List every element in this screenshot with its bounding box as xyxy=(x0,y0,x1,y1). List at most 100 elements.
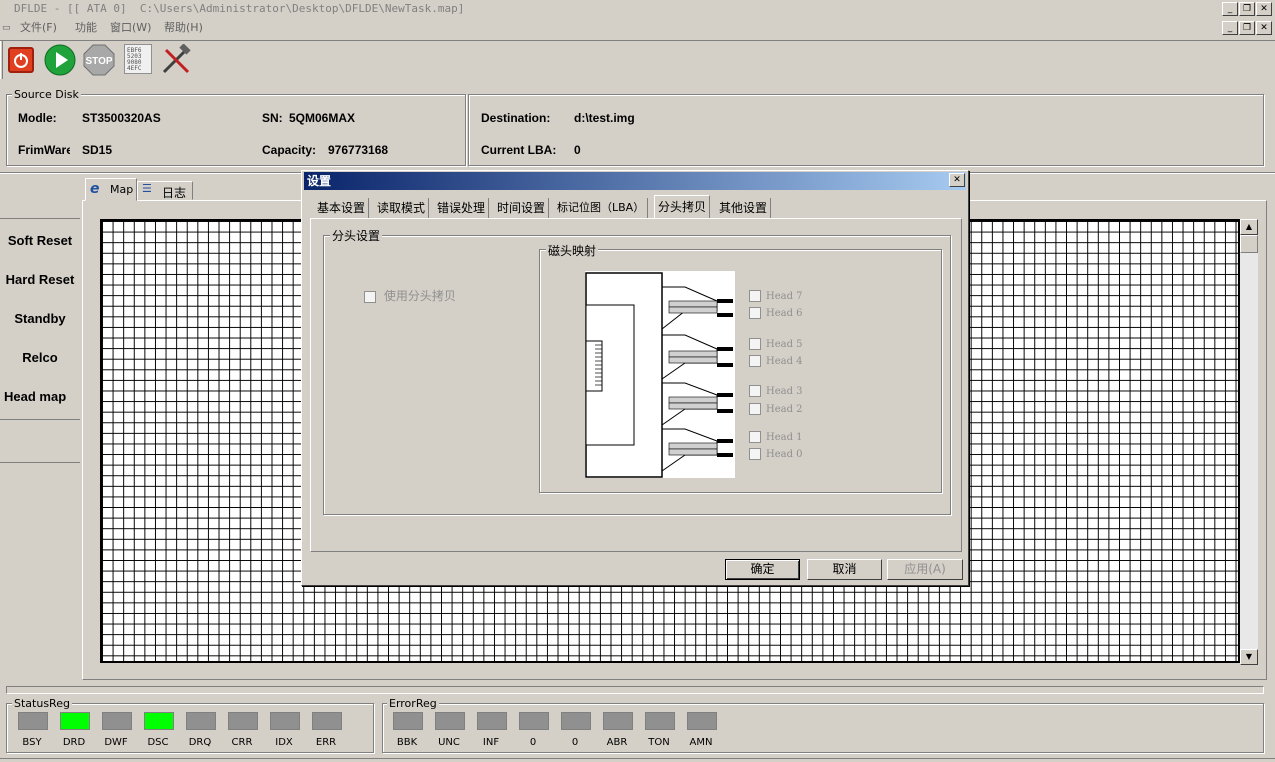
mdi-close-button[interactable]: ✕ xyxy=(1256,21,1272,35)
menu-help[interactable]: 帮助(H) xyxy=(164,18,203,38)
system-menu-icon[interactable]: ▭ xyxy=(2,18,11,38)
led-indicator xyxy=(393,712,423,730)
firmware-label: FrimWare xyxy=(18,143,70,157)
restore-button[interactable]: ❐ xyxy=(1239,2,1255,16)
scroll-up-icon[interactable]: ▲ xyxy=(1240,219,1258,235)
checkbox-box xyxy=(749,355,761,367)
checkbox-box xyxy=(749,385,761,397)
led-label: BSY xyxy=(22,737,42,748)
head-checkbox[interactable]: Head 5 xyxy=(749,338,803,350)
tab-basic-settings[interactable]: 基本设置 xyxy=(314,198,370,218)
head-checkbox[interactable]: Head 4 xyxy=(749,355,803,367)
mdi-minimize-button[interactable]: _ xyxy=(1222,21,1238,35)
tab-map-label: Map xyxy=(110,183,134,196)
checkbox-box xyxy=(749,307,761,319)
relco-button[interactable]: Relco xyxy=(0,339,80,377)
menu-function[interactable]: 功能 xyxy=(75,18,97,38)
map-icon: e xyxy=(90,181,100,197)
tab-split-copy[interactable]: 分头拷贝 xyxy=(654,195,711,219)
checkbox-box xyxy=(749,448,761,460)
led-label: ABR xyxy=(606,737,628,748)
tab-error-handling[interactable]: 错误处理 xyxy=(434,198,490,218)
head-label: Head 4 xyxy=(766,355,803,367)
scroll-down-icon[interactable]: ▼ xyxy=(1240,649,1258,665)
tab-log[interactable]: ☰ 日志 xyxy=(137,181,193,200)
led-indicator xyxy=(102,712,132,730)
error-reg-label: ErrorReg xyxy=(387,697,439,710)
head-label: Head 0 xyxy=(766,448,803,460)
menu-file[interactable]: 文件(F) xyxy=(20,18,57,38)
head-map-button[interactable]: Head map xyxy=(0,378,80,416)
close-button[interactable]: ✕ xyxy=(1256,2,1272,16)
led-indicator xyxy=(60,712,90,730)
head-checkbox[interactable]: Head 2 xyxy=(749,403,803,415)
use-split-copy-label: 使用分头拷贝 xyxy=(383,289,456,303)
model-value: ST3500320AS xyxy=(82,111,161,125)
led-label: IDX xyxy=(275,737,293,748)
dialog-close-button[interactable]: ✕ xyxy=(949,173,965,187)
hdd-diagram xyxy=(585,271,735,478)
head-checkbox[interactable]: Head 7 xyxy=(749,290,803,302)
current-lba-value: 0 xyxy=(574,143,581,157)
source-disk-group xyxy=(6,94,466,166)
tab-other-settings[interactable]: 其他设置 xyxy=(716,198,772,218)
hard-reset-button[interactable]: Hard Reset xyxy=(0,261,80,299)
status-reg-label: StatusReg xyxy=(12,697,72,710)
dialog-title: 设置 xyxy=(304,172,966,190)
led-label: TON xyxy=(648,737,670,748)
head-map-label: 磁头映射 xyxy=(546,242,599,259)
checkbox-box xyxy=(749,338,761,350)
tab-log-label: 日志 xyxy=(162,186,187,200)
power-icon[interactable] xyxy=(8,47,34,73)
checkbox-box xyxy=(749,290,761,302)
led-indicator xyxy=(477,712,507,730)
destination-value: d:\test.img xyxy=(574,111,635,125)
split-settings-label: 分头设置 xyxy=(330,227,383,244)
led-label: BBK xyxy=(396,737,418,748)
mdi-restore-button[interactable]: ❐ xyxy=(1239,21,1255,35)
apply-button[interactable]: 应用(A) xyxy=(887,559,963,580)
head-label: Head 6 xyxy=(766,307,803,319)
head-label: Head 3 xyxy=(766,385,803,397)
head-checkbox[interactable]: Head 1 xyxy=(749,431,803,443)
hex-icon[interactable]: EBF6 5203 9080 4EFC xyxy=(124,44,152,74)
tab-map[interactable]: e Map xyxy=(85,178,137,201)
destination-label: Destination: xyxy=(481,111,551,125)
checkbox-box xyxy=(364,290,376,303)
led-label: 0 xyxy=(571,737,579,748)
led-indicator xyxy=(561,712,591,730)
ok-button[interactable]: 确定 xyxy=(725,559,800,580)
soft-reset-button[interactable]: Soft Reset xyxy=(0,222,80,260)
tab-read-mode[interactable]: 读取模式 xyxy=(374,198,430,218)
led-indicator xyxy=(144,712,174,730)
head-label: Head 1 xyxy=(766,431,803,443)
tab-time-settings[interactable]: 时间设置 xyxy=(494,198,550,218)
minimize-button[interactable]: _ xyxy=(1222,2,1238,16)
cancel-button[interactable]: 取消 xyxy=(807,559,882,580)
led-indicator xyxy=(312,712,342,730)
play-icon[interactable] xyxy=(44,44,76,76)
window-title: DFLDE - [[ ATA 0] C:\Users\Administrator… xyxy=(0,0,1275,18)
standby-button[interactable]: Standby xyxy=(0,300,80,338)
current-lba-label: Current LBA: xyxy=(481,143,557,157)
head-label: Head 5 xyxy=(766,338,803,350)
tab-bitmap-lba[interactable]: 标记位图（LBA） xyxy=(554,198,649,218)
settings-dialog: 设置 ✕ 基本设置 读取模式 错误处理 时间设置 标记位图（LBA） 分头拷贝 … xyxy=(301,170,969,586)
head-label: Head 7 xyxy=(766,290,803,302)
head-checkbox[interactable]: Head 3 xyxy=(749,385,803,397)
menu-window[interactable]: 窗口(W) xyxy=(110,18,151,38)
head-checkbox[interactable]: Head 6 xyxy=(749,307,803,319)
svg-text:4EFC: 4EFC xyxy=(127,65,142,72)
stop-icon[interactable]: STOP xyxy=(83,44,115,76)
led-label: UNC xyxy=(438,737,460,748)
scroll-thumb[interactable] xyxy=(1240,235,1258,253)
capacity-value: 976773168 xyxy=(328,143,389,157)
tools-icon[interactable] xyxy=(160,43,192,76)
led-label: DSC xyxy=(147,737,169,748)
led-label: ERR xyxy=(315,737,337,748)
map-scrollbar[interactable]: ▲ ▼ xyxy=(1240,219,1258,665)
head-checkbox[interactable]: Head 0 xyxy=(749,448,803,460)
log-icon: ☰ xyxy=(142,182,152,195)
menu-bar: ▭ 文件(F) 功能 窗口(W) 帮助(H) xyxy=(0,18,1275,38)
use-split-copy-checkbox[interactable]: 使用分头拷贝 xyxy=(364,287,456,304)
